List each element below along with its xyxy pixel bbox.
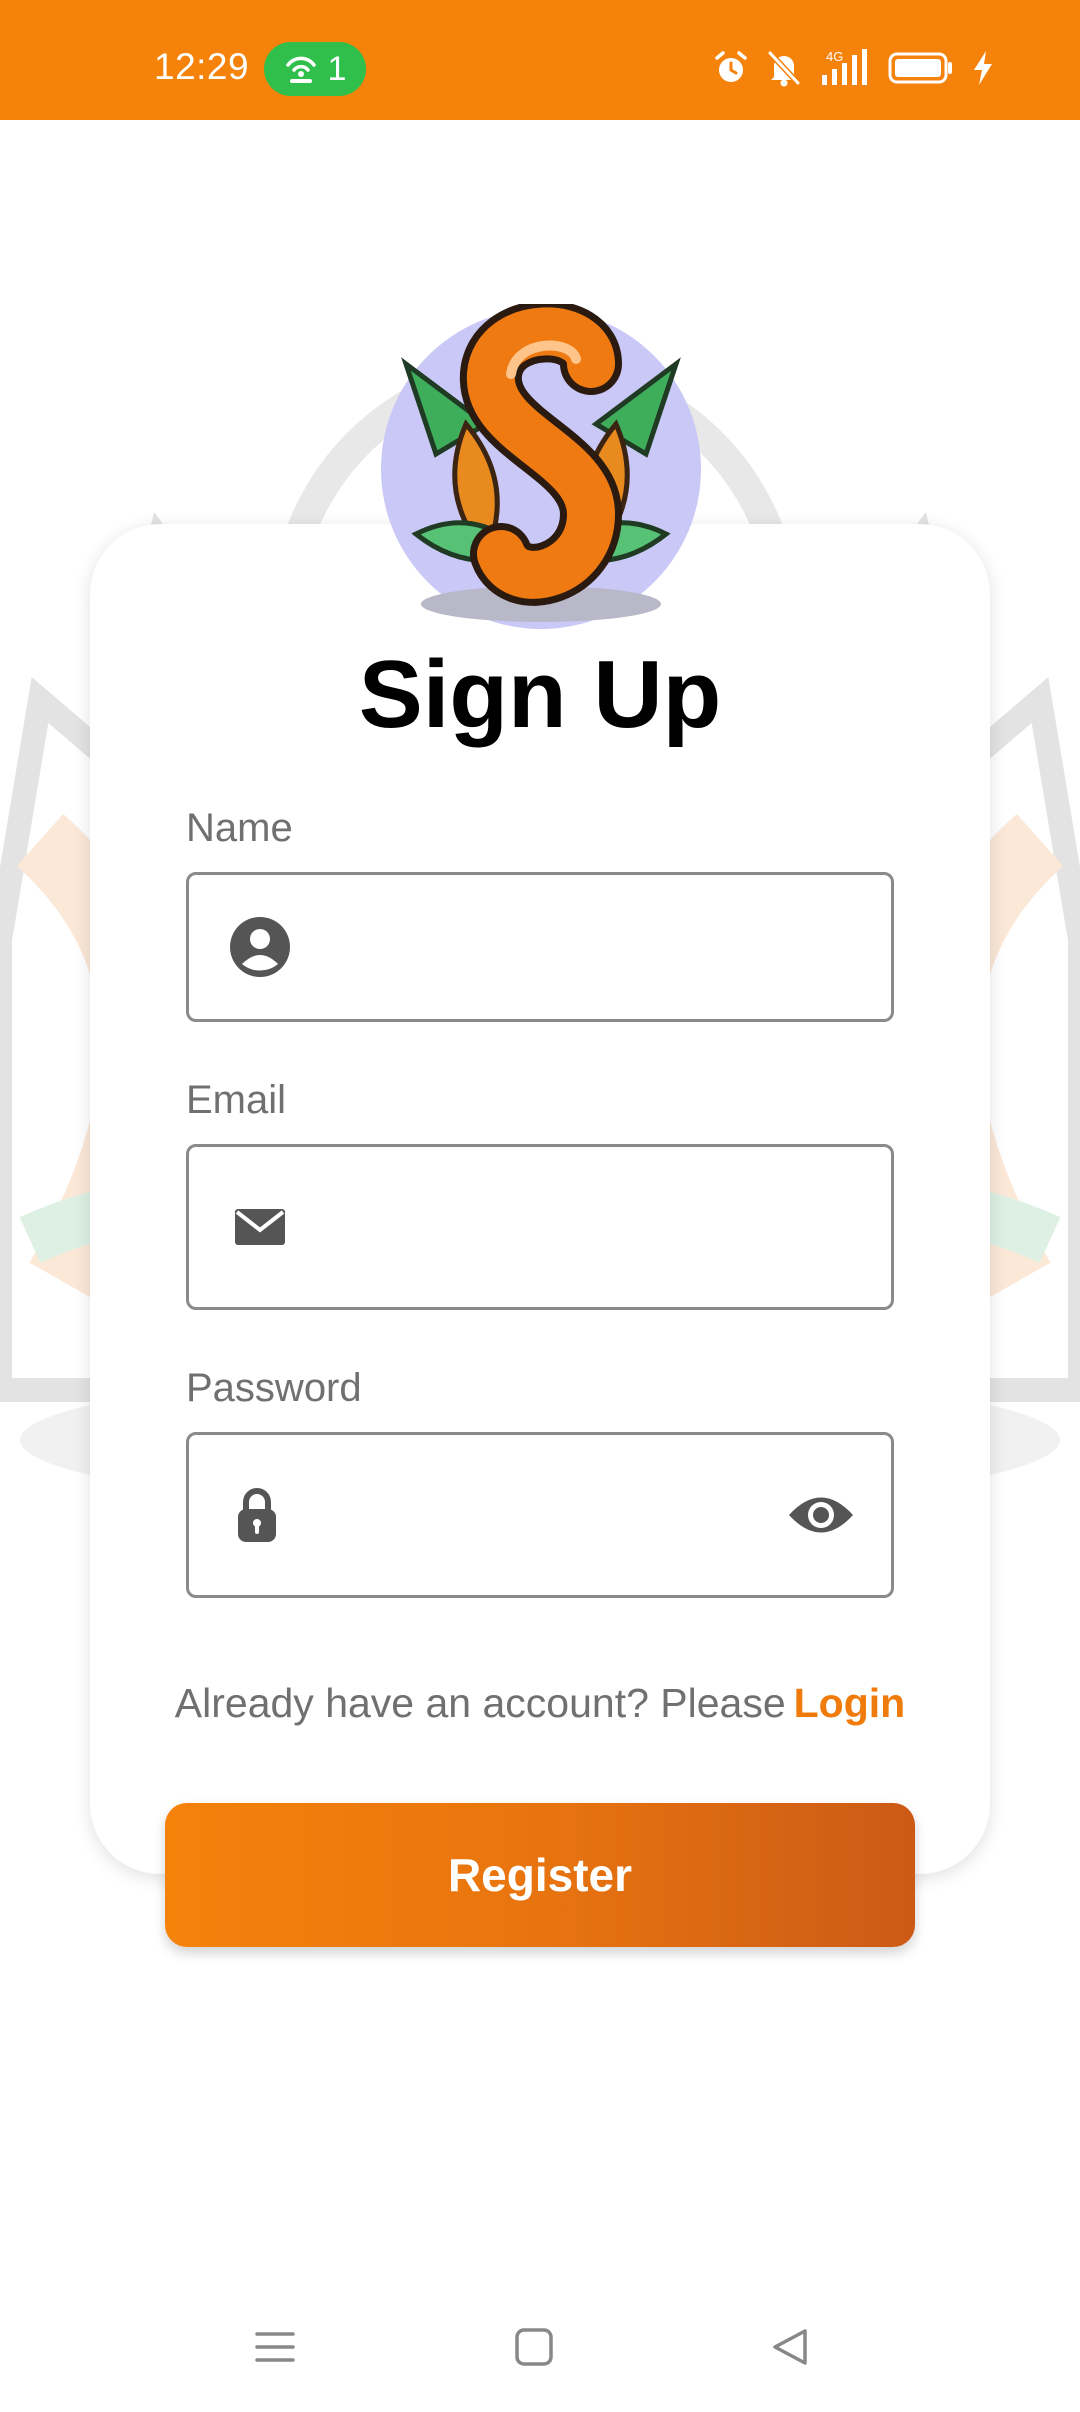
status-bar: 12:29 1 4G — [0, 0, 1080, 120]
name-field[interactable] — [186, 872, 894, 1022]
system-nav-bar — [0, 2300, 1080, 2412]
account-circle-icon — [230, 917, 290, 977]
name-label: Name — [186, 806, 293, 850]
register-button[interactable]: Register — [165, 1803, 915, 1947]
app-logo — [381, 304, 701, 629]
battery-icon — [888, 52, 952, 84]
lock-icon — [238, 1488, 276, 1542]
status-icons: 4G — [714, 46, 994, 90]
charging-icon — [974, 51, 992, 85]
name-input[interactable] — [319, 875, 759, 1019]
email-label: Email — [186, 1078, 287, 1122]
page-title: Sign Up — [358, 641, 722, 748]
menu-icon[interactable] — [254, 2326, 296, 2368]
hotspot-icon — [285, 56, 316, 83]
home-icon[interactable] — [514, 2326, 554, 2368]
login-prompt-text: Already have an account? Please — [174, 1680, 786, 1726]
back-icon[interactable] — [770, 2326, 810, 2368]
muted-bell-icon — [767, 50, 801, 87]
email-field[interactable] — [186, 1144, 894, 1310]
login-link[interactable]: Login — [794, 1680, 906, 1726]
hotspot-count: 1 — [327, 49, 347, 88]
status-time: 12:29 — [154, 46, 250, 87]
password-input[interactable] — [319, 1435, 759, 1595]
password-field[interactable] — [186, 1432, 894, 1598]
envelope-icon — [235, 1209, 285, 1245]
email-input[interactable] — [319, 1147, 759, 1307]
signal-icon: 4G — [822, 49, 867, 85]
password-label: Password — [186, 1366, 362, 1410]
hotspot-indicator: 1 — [264, 42, 366, 96]
login-prompt: Already have an account? Please Login — [0, 1680, 1080, 1727]
network-label: 4G — [826, 49, 843, 64]
alarm-icon — [715, 51, 747, 82]
visibility-toggle-icon[interactable] — [787, 1492, 855, 1538]
